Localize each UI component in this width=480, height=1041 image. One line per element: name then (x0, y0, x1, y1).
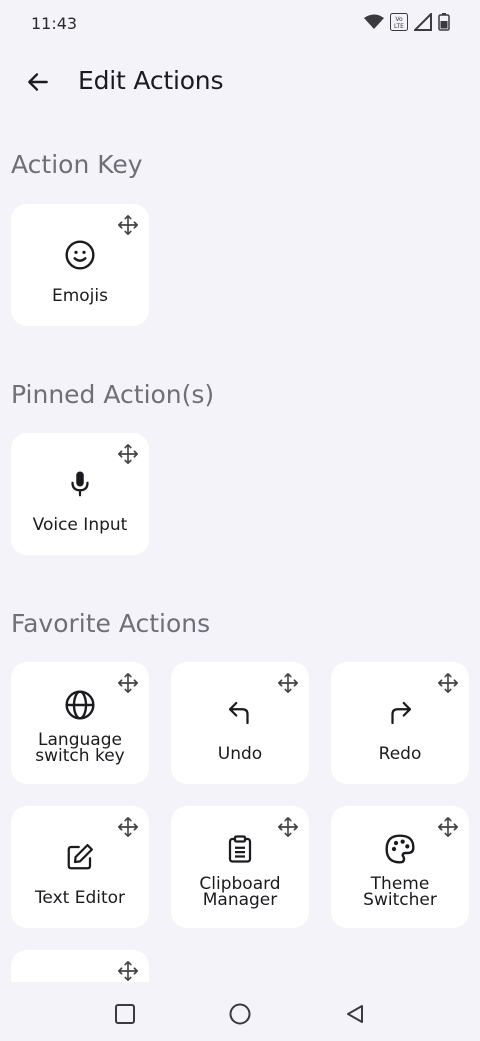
recents-square-icon (115, 1004, 135, 1024)
move-icon[interactable] (117, 816, 139, 838)
status-icons: Vo LTE (364, 13, 450, 31)
nav-back-button[interactable] (335, 994, 375, 1034)
volte-text-bottom: LTE (394, 23, 404, 30)
back-triangle-icon (347, 1005, 363, 1023)
action-card-undo[interactable]: Undo (171, 662, 309, 784)
action-card-text-editor[interactable]: Text Editor (11, 806, 149, 928)
page-title: Edit Actions (78, 66, 224, 95)
move-icon[interactable] (437, 672, 459, 694)
action-label: Clipboard Manager (199, 874, 281, 910)
move-icon[interactable] (277, 672, 299, 694)
microphone-icon (63, 467, 97, 501)
action-label: Redo (378, 744, 422, 764)
action-label: Undo (217, 744, 263, 764)
palette-icon (383, 832, 417, 866)
action-label: Voice Input (32, 515, 128, 535)
status-bar: 11:43 Vo LTE (0, 0, 480, 48)
action-card-theme-switcher[interactable]: Theme Switcher (331, 806, 469, 928)
move-icon[interactable] (117, 214, 139, 236)
action-card-redo[interactable]: Redo (331, 662, 469, 784)
action-card-voice-input[interactable]: Voice Input (11, 433, 149, 555)
arrow-left-icon (28, 73, 48, 91)
action-card-clipboard-manager[interactable]: Clipboard Manager (171, 806, 309, 928)
clipboard-icon (223, 832, 257, 866)
section-title-pinned: Pinned Action(s) (11, 380, 215, 409)
volte-icon: Vo LTE (390, 13, 408, 31)
undo-icon (223, 696, 257, 730)
action-label: Text Editor (34, 888, 126, 908)
volte-text-top: Vo (395, 16, 403, 23)
move-icon[interactable] (117, 672, 139, 694)
action-label: Emojis (51, 286, 108, 306)
action-card-language-switch[interactable]: Language switch key (11, 662, 149, 784)
edit-icon (63, 840, 97, 874)
action-label: Theme Switcher (363, 874, 437, 910)
home-circle-icon (229, 1003, 251, 1025)
emoji-icon (63, 238, 97, 272)
app-bar: Edit Actions (0, 48, 480, 118)
section-title-favorites: Favorite Actions (11, 609, 211, 638)
redo-icon (383, 696, 417, 730)
back-button[interactable] (18, 62, 58, 102)
signal-icon (414, 13, 432, 31)
recents-button[interactable] (105, 994, 145, 1034)
move-icon[interactable] (277, 816, 299, 838)
move-icon[interactable] (117, 443, 139, 465)
action-card-emojis[interactable]: Emojis (11, 204, 149, 326)
system-nav-bar (0, 982, 480, 1041)
action-card-partial[interactable] (11, 950, 149, 982)
move-icon[interactable] (117, 960, 139, 982)
battery-icon (438, 13, 450, 31)
home-button[interactable] (220, 994, 260, 1034)
move-icon[interactable] (437, 816, 459, 838)
wifi-icon (364, 14, 384, 29)
section-title-action-key: Action Key (11, 150, 143, 179)
status-time: 11:43 (31, 14, 78, 33)
action-label: Language switch key (35, 730, 125, 766)
globe-icon (63, 688, 97, 722)
